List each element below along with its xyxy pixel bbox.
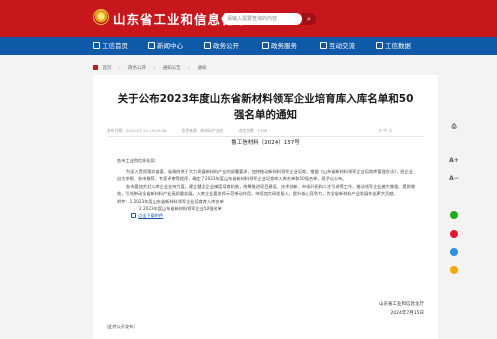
- paragraph: 各市要加大对入库企业支持力度，建立健全企业梯度培育机制，统筹推进项目建设、技术创…: [117, 183, 415, 196]
- wechat-share-icon[interactable]: [450, 211, 458, 219]
- location-icon: [93, 65, 98, 70]
- salutation: 各市工业和信息化局：: [117, 158, 159, 163]
- signature-org: 山东省工业和信息化厅: [379, 302, 424, 307]
- nav-item-gov-affairs[interactable]: 政务公开: [204, 37, 239, 55]
- search-input[interactable]: 请输入需要查询的内容: [222, 13, 302, 25]
- info-source: 信息来源：新材料产业处: [181, 128, 224, 133]
- breadcrumb-home[interactable]: 首页: [102, 66, 111, 71]
- data-icon: [376, 42, 383, 49]
- weibo-share-icon[interactable]: [450, 230, 458, 238]
- font-increase-button[interactable]: A+: [445, 154, 463, 168]
- nav-item-news[interactable]: 新闻中心: [148, 37, 183, 55]
- publish-date: 发布日期：2024-07-23 15:00:08: [107, 128, 167, 133]
- public-note: （此件公开发布）: [104, 324, 138, 329]
- nav-item-home[interactable]: 工信首页: [93, 37, 128, 55]
- nav-item-data[interactable]: 工信数据: [376, 37, 411, 55]
- breadcrumb-current[interactable]: 通知: [198, 66, 207, 71]
- article-title: 关于公布2023年度山东省新材料领军企业培育库入库名单和50强名单的通知: [117, 93, 414, 121]
- download-attachment-link[interactable]: 点击下载附件: [117, 212, 417, 219]
- document-icon: [204, 42, 211, 49]
- article-meta: 发布日期：2024-07-23 15:00:08 信息来源：新材料产业处 浏览次…: [107, 128, 424, 134]
- signature-date: 2024年7月15日: [390, 311, 424, 316]
- nav-item-services[interactable]: 政务服务: [262, 37, 297, 55]
- attachment-item: 附件：1.2023年度山东省新材料领军企业培育库入库名单: [117, 199, 224, 205]
- attachment-item: 2.2023年度山东省新材料领军企业50强名单: [139, 206, 222, 212]
- article-body: 各市工业和信息化局： 为深入贯彻落实省委、省政府关于大力发展新材料产业的部署要求…: [117, 157, 417, 220]
- font-size-switch[interactable]: 大 中 小: [378, 128, 392, 134]
- side-tool-rail: ⎙ A+ A−: [445, 120, 463, 300]
- article-panel: 关于公布2023年度山东省新材料领军企业培育库入库名单和50强名单的通知 发布日…: [93, 75, 438, 339]
- service-icon: [262, 42, 269, 49]
- font-decrease-button[interactable]: A−: [445, 172, 463, 186]
- paragraph: 为深入贯彻落实省委、省政府关于大力发展新材料产业的部署要求，加快推动新材料领军企…: [117, 169, 413, 182]
- search-button[interactable]: ⌕: [302, 13, 316, 25]
- site-header: 山东省工业和信息化厅 请输入需要查询的内容 ⌕: [0, 0, 497, 37]
- qq-share-icon[interactable]: [450, 248, 458, 256]
- national-emblem-icon: [93, 9, 109, 25]
- print-button[interactable]: ⎙: [445, 120, 463, 134]
- document-number: 鲁工信材料〔2024〕157号: [231, 140, 300, 146]
- chat-icon: [320, 42, 327, 49]
- breadcrumb: 首页 › 政务公开 › 通知公告 › 通知: [93, 65, 207, 71]
- main-nav: 工信首页 新闻中心 政务公开 政务服务 互动交流 工信数据: [0, 37, 497, 55]
- nav-item-interaction[interactable]: 互动交流: [320, 37, 355, 55]
- home-icon: [93, 42, 100, 49]
- meta-divider: [107, 136, 424, 137]
- breadcrumb-gov-affairs[interactable]: 政务公开: [128, 66, 146, 71]
- breadcrumb-notices[interactable]: 通知公告: [163, 66, 181, 71]
- attachment-icon: [131, 213, 136, 219]
- view-count: 浏览次数：1396: [238, 128, 268, 133]
- news-icon: [148, 42, 155, 49]
- qzone-share-icon[interactable]: [450, 266, 458, 274]
